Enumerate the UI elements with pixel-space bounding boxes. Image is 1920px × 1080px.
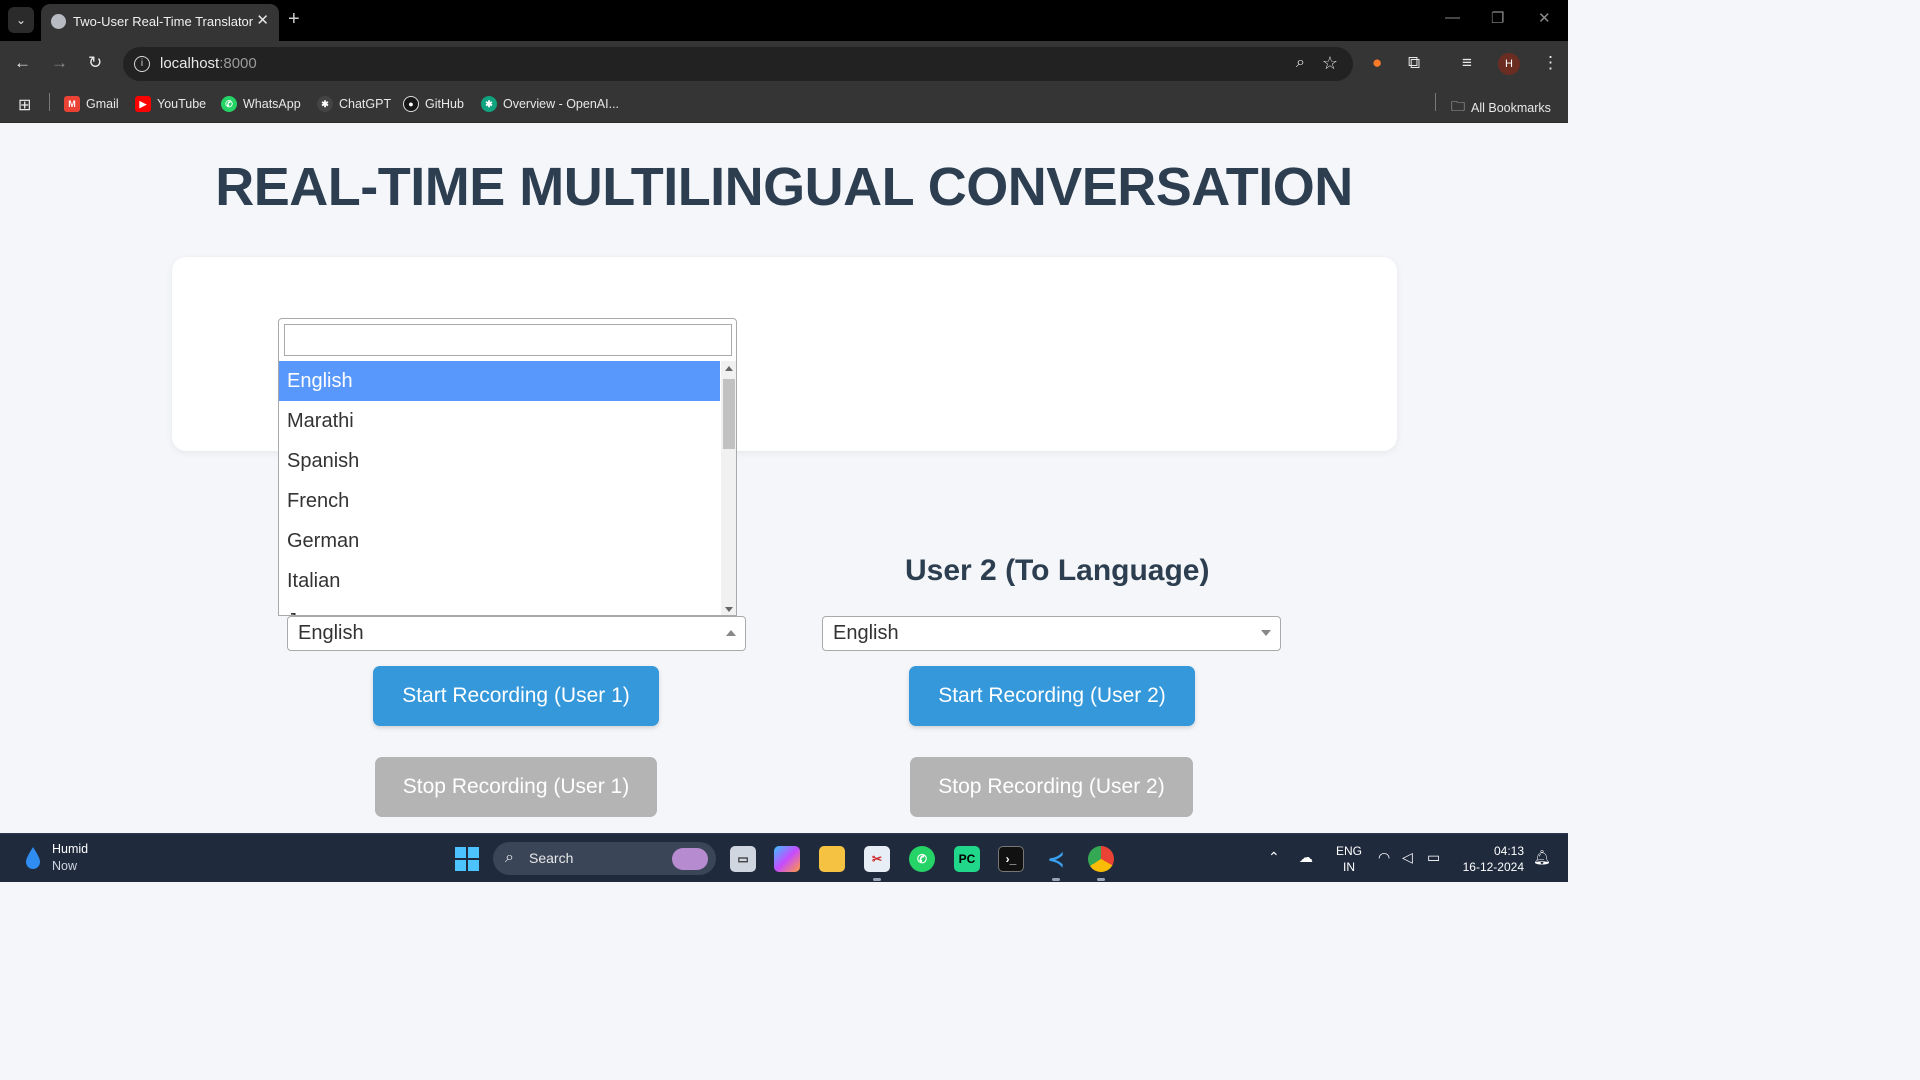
user1-language-select[interactable]: English [287, 616, 746, 651]
minimize-icon[interactable]: — [1445, 9, 1460, 26]
bookmark-github[interactable]: ● GitHub [403, 96, 464, 112]
copilot-icon[interactable] [774, 846, 800, 872]
task-view-icon[interactable]: ▭ [730, 846, 756, 872]
water-drop-icon [26, 847, 40, 869]
extension-icon[interactable]: ● [1372, 53, 1382, 73]
start-recording-user1-button[interactable]: Start Recording (User 1) [373, 666, 659, 726]
weather-subtitle: Now [52, 859, 78, 873]
whatsapp-app-icon[interactable]: ✆ [909, 846, 935, 872]
tab-search-chevron-icon[interactable]: ⌄ [8, 7, 34, 33]
browser-tab[interactable]: Two-User Real-Time Translator ✕ [41, 4, 279, 41]
start-recording-user2-button[interactable]: Start Recording (User 2) [909, 666, 1195, 726]
vscode-icon[interactable]: ≺ [1043, 846, 1069, 872]
running-indicator [1052, 878, 1060, 881]
more-menu-icon[interactable]: ⋮ [1542, 53, 1559, 73]
new-tab-icon[interactable]: + [288, 8, 300, 31]
language-option[interactable]: J... [279, 601, 720, 615]
all-bookmarks[interactable]: 🗀 All Bookmarks [1451, 96, 1551, 120]
scrollbar-thumb[interactable] [723, 379, 735, 449]
profile-avatar[interactable]: H [1498, 53, 1520, 75]
notification-bell-icon[interactable]: 🔔︎ [1533, 849, 1551, 866]
language-option[interactable]: German [279, 521, 720, 561]
search-icon: ⌕ [505, 849, 514, 866]
running-indicator [873, 878, 881, 881]
running-indicator [1097, 878, 1105, 881]
taskbar-search-label: Search [529, 850, 574, 866]
extensions-puzzle-icon[interactable]: ⧉ [1408, 53, 1420, 73]
globe-icon [51, 14, 66, 29]
language-option[interactable]: Marathi [279, 401, 720, 441]
bookmarks-divider [49, 93, 50, 111]
language-search-input[interactable] [284, 324, 732, 356]
address-bar[interactable]: i localhost:8000 ⌕ ☆ [123, 47, 1353, 81]
zoom-icon[interactable]: ⌕ [1296, 54, 1305, 72]
bookmark-star-icon[interactable]: ☆ [1322, 53, 1338, 74]
window-close-icon[interactable]: ✕ [1538, 9, 1551, 27]
file-explorer-icon[interactable] [819, 846, 845, 872]
battery-icon[interactable]: ▭ [1427, 849, 1440, 866]
user1-select-value: English [298, 622, 364, 644]
tab-close-icon[interactable]: ✕ [256, 11, 269, 29]
user2-heading: User 2 (To Language) [905, 554, 1210, 587]
language-option[interactable]: Italian [279, 561, 720, 601]
weather-title: Humid [52, 842, 89, 856]
taskbar-search[interactable]: ⌕ Search [493, 842, 716, 875]
onedrive-cloud-icon[interactable]: ☁ [1299, 849, 1313, 866]
chevron-up-icon[interactable]: ⌃ [1268, 849, 1280, 866]
user1-language-dropdown: English Marathi Spanish French German It… [278, 318, 737, 616]
scroll-down-arrow-icon[interactable] [725, 607, 733, 612]
scroll-up-arrow-icon[interactable] [725, 366, 733, 371]
terminal-icon[interactable]: ›_ [998, 846, 1024, 872]
tab-title: Two-User Real-Time Translator [73, 14, 254, 29]
reload-icon[interactable]: ↻ [88, 53, 102, 73]
language-option[interactable]: English [279, 361, 720, 401]
bookmarks-bar: ⊞ M Gmail ▶ YouTube ✆ WhatsApp ✱ ChatGPT ● Gi… [0, 87, 1568, 123]
bookmark-chatgpt[interactable]: ✱ ChatGPT [317, 96, 391, 112]
restore-icon[interactable]: ❐ [1491, 9, 1504, 27]
language-option[interactable]: French [279, 481, 720, 521]
chevron-down-icon [1261, 630, 1271, 636]
back-icon[interactable]: ← [14, 53, 31, 73]
bookmarks-divider [1435, 93, 1436, 111]
windows-start-icon[interactable] [455, 847, 479, 871]
page-title: REAL-TIME MULTILINGUAL CONVERSATION [215, 157, 1353, 217]
chrome-icon[interactable] [1088, 846, 1114, 872]
apps-grid-icon[interactable]: ⊞ [18, 95, 31, 115]
chevron-up-icon [726, 630, 736, 636]
bookmark-whatsapp[interactable]: ✆ WhatsApp [221, 96, 301, 112]
browser-toolbar: ← → ↻ i localhost:8000 ⌕ ☆ ● ⧉ ≡ H ⋮ [0, 41, 1568, 87]
folder-icon: 🗀 [1451, 98, 1465, 114]
stop-recording-user2-button[interactable]: Stop Recording (User 2) [910, 757, 1193, 817]
url-text[interactable]: localhost:8000 [160, 55, 257, 72]
snipping-tool-icon[interactable]: ✂ [864, 846, 890, 872]
wifi-icon[interactable]: ◠ [1378, 849, 1390, 866]
chatgpt-icon: ✱ [317, 96, 333, 112]
input-language[interactable]: ENG IN [1336, 843, 1362, 875]
dropdown-scrollbar[interactable] [721, 361, 736, 615]
system-clock[interactable]: 04:13 16-12-2024 [1460, 843, 1524, 875]
bookmark-openai-overview[interactable]: ✱ Overview - OpenAI... [481, 96, 619, 112]
pycharm-icon[interactable]: PC [954, 846, 980, 872]
search-highlight-icon [672, 848, 708, 870]
github-icon: ● [403, 96, 419, 112]
openai-icon: ✱ [481, 96, 497, 112]
gmail-icon: M [64, 96, 80, 112]
browser-tab-bar: ⌄ Two-User Real-Time Translator ✕ + — ❐ … [0, 0, 1568, 41]
windows-taskbar: Humid Now ⌕ Search ▭ ✂ ✆ PC ›_ ≺ ⌃ ☁ ENG… [0, 833, 1568, 882]
language-option[interactable]: Spanish [279, 441, 720, 481]
user2-language-select[interactable]: English [822, 616, 1281, 651]
volume-icon[interactable]: ◁ [1402, 849, 1413, 866]
whatsapp-icon: ✆ [221, 96, 237, 112]
language-options-list: English Marathi Spanish French German It… [279, 361, 720, 615]
user2-select-value: English [833, 622, 899, 644]
stop-recording-user1-button[interactable]: Stop Recording (User 1) [375, 757, 657, 817]
bookmark-gmail[interactable]: M Gmail [64, 96, 119, 112]
bookmark-youtube[interactable]: ▶ YouTube [135, 96, 206, 112]
media-control-icon[interactable]: ≡ [1462, 53, 1472, 73]
forward-icon[interactable]: → [51, 53, 68, 73]
youtube-icon: ▶ [135, 96, 151, 112]
site-info-icon[interactable]: i [134, 56, 150, 72]
